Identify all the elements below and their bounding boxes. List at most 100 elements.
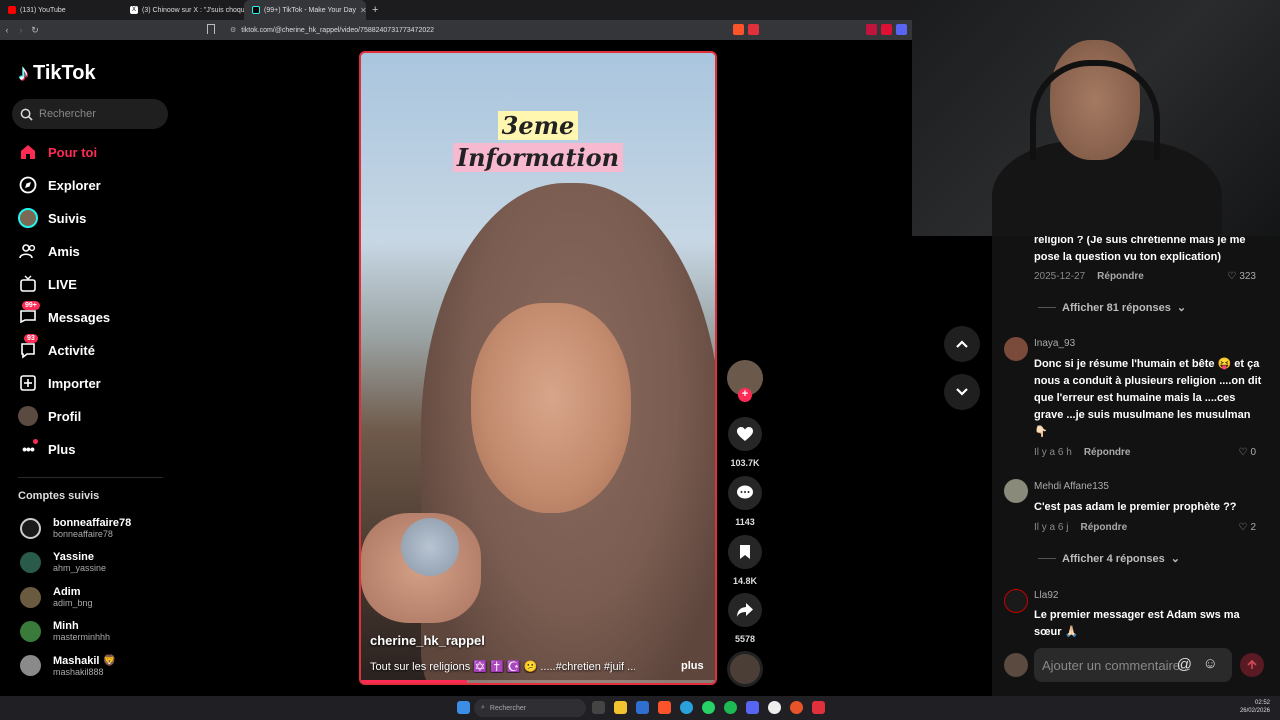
account-name: bonneaffaire78 xyxy=(53,517,132,529)
like-count: 103.7K xyxy=(730,458,760,468)
nav-upload[interactable]: Importer xyxy=(18,373,101,393)
tab-tiktok[interactable]: (99+) TikTok - Make Your Day ✕ xyxy=(244,0,366,20)
previous-video-button[interactable] xyxy=(944,326,980,362)
reply-button[interactable]: Répondre xyxy=(1080,522,1127,533)
x-icon: X xyxy=(130,6,138,14)
save-count: 14.8K xyxy=(732,576,758,586)
new-tab-button[interactable]: + xyxy=(366,4,384,16)
app-icon[interactable] xyxy=(790,701,803,714)
video-player[interactable]: 3eme Information cherine_hk_rappel Tout … xyxy=(359,51,717,685)
tab-youtube[interactable]: (131) YouTube xyxy=(0,0,122,20)
tiktok-icon xyxy=(252,6,260,14)
comment-icon xyxy=(737,485,753,499)
show-replies-label: Afficher 81 réponses xyxy=(1062,301,1171,314)
forward-icon[interactable]: › xyxy=(14,25,28,35)
obs-icon[interactable] xyxy=(768,701,781,714)
comment-author[interactable]: Inaya_93 xyxy=(1034,338,1075,349)
comment-author[interactable]: Mehdi Affane135 xyxy=(1034,481,1109,492)
reply-button[interactable]: Répondre xyxy=(1084,447,1131,458)
video-overlay-title: Information xyxy=(361,143,715,172)
heart-outline-icon: ♡ xyxy=(1227,271,1237,282)
nav-live[interactable]: LIVE xyxy=(18,274,77,294)
video-author[interactable]: cherine_hk_rappel xyxy=(370,633,485,648)
next-video-button[interactable] xyxy=(944,374,980,410)
expand-description-button[interactable]: plus xyxy=(681,660,704,672)
bookmark-icon[interactable] xyxy=(207,24,215,34)
video-progress-bar[interactable] xyxy=(361,680,715,683)
followed-account[interactable]: Mashakil 🦁 mashakil888 xyxy=(20,654,116,677)
file-explorer-icon[interactable] xyxy=(614,701,627,714)
discord-icon[interactable] xyxy=(746,701,759,714)
nav-activity[interactable]: 93 Activité xyxy=(18,334,95,360)
nav-more[interactable]: ••• Plus xyxy=(18,439,75,459)
site-settings-icon[interactable]: ⚙ xyxy=(230,26,236,34)
clock-date: 26/02/2026 xyxy=(1239,708,1270,714)
show-replies-button[interactable]: Afficher 81 réponses ⌄ xyxy=(1038,301,1186,314)
share-button[interactable] xyxy=(728,593,762,627)
avatar[interactable] xyxy=(1004,337,1028,361)
comment-like-button[interactable]: ♡ 2 xyxy=(1238,522,1256,533)
back-icon[interactable]: ‹ xyxy=(0,25,14,35)
telegram-icon[interactable] xyxy=(680,701,693,714)
video-description: Tout sur les religions ✡️ ✝️ ☪️ 😕 .....#… xyxy=(370,661,635,673)
avatar xyxy=(20,586,41,608)
comment-text: Le premier messager est Adam sws ma sœur… xyxy=(1034,609,1240,638)
followed-accounts-title: Comptes suivis xyxy=(18,490,100,502)
nav-following[interactable]: Suivis xyxy=(18,208,86,228)
comment-like-button[interactable]: ♡ 0 xyxy=(1238,447,1256,458)
more-icon: ••• xyxy=(18,439,38,459)
extension-icon[interactable] xyxy=(896,24,907,35)
profile-icon xyxy=(18,406,38,426)
sidebar: ♪ TikTok Rechercher Pour toi Explorer Su… xyxy=(0,40,190,696)
search-input[interactable]: Rechercher xyxy=(12,99,168,129)
avatar[interactable] xyxy=(1004,479,1028,503)
system-clock[interactable]: 02:52 26/02/2026 xyxy=(1240,699,1270,715)
nav-messages[interactable]: 99+ Messages xyxy=(18,301,110,327)
account-name: Mashakil 🦁 xyxy=(53,655,117,667)
account-handle: mashakil888 xyxy=(53,667,104,677)
taskbar-search[interactable]: ⌕ Rechercher xyxy=(474,699,586,717)
followed-account[interactable]: bonneaffaire78 bonneaffaire78 xyxy=(20,517,131,539)
brave-shield-icon[interactable] xyxy=(733,24,744,35)
comment-button[interactable] xyxy=(728,476,762,510)
video-scene xyxy=(401,518,459,576)
nav-friends[interactable]: Amis xyxy=(18,241,80,261)
windows-start-icon[interactable] xyxy=(457,701,470,714)
follow-plus-icon[interactable]: + xyxy=(738,388,752,402)
like-button[interactable] xyxy=(728,417,762,451)
reload-icon[interactable]: ↻ xyxy=(28,25,42,36)
nav-for-you[interactable]: Pour toi xyxy=(18,142,97,162)
url-field[interactable]: ⚙ tiktok.com/@cherine_hk_rappel/video/75… xyxy=(230,23,760,37)
followed-account[interactable]: Yassine ahm_yassine xyxy=(20,551,106,573)
save-button[interactable] xyxy=(728,535,762,569)
extension-icon[interactable] xyxy=(866,24,877,35)
tiktok-logo[interactable]: ♪ TikTok xyxy=(18,60,96,86)
comment-input[interactable]: Ajouter un commentaire... @ ☺ xyxy=(1034,648,1232,682)
account-handle: adim_bng xyxy=(53,598,93,608)
comment-author[interactable]: Lla92 xyxy=(1034,590,1058,601)
post-comment-button[interactable] xyxy=(1240,653,1264,677)
show-replies-button[interactable]: Afficher 4 réponses ⌄ xyxy=(1038,552,1180,565)
reply-button[interactable]: Répondre xyxy=(1097,271,1144,282)
app-icon[interactable] xyxy=(812,701,825,714)
mention-icon[interactable]: @ xyxy=(1177,656,1192,673)
comment-date: Il y a 6 h xyxy=(1034,447,1072,458)
app-icon[interactable] xyxy=(636,701,649,714)
whatsapp-icon[interactable] xyxy=(702,701,715,714)
comment-like-button[interactable]: ♡ 323 xyxy=(1227,271,1256,282)
brave-icon[interactable] xyxy=(658,701,671,714)
nav-explore[interactable]: Explorer xyxy=(18,175,101,195)
task-view-icon[interactable] xyxy=(592,701,605,714)
avatar[interactable] xyxy=(1004,589,1028,613)
taskbar-search-label: Rechercher xyxy=(489,704,527,712)
followed-account[interactable]: Minh masterminhhh xyxy=(20,620,110,642)
nav-profile[interactable]: Profil xyxy=(18,406,81,426)
followed-account[interactable]: Adim adim_bng xyxy=(20,586,93,608)
emoji-icon[interactable]: ☺ xyxy=(1203,655,1218,672)
brave-rewards-icon[interactable] xyxy=(748,24,759,35)
extension-icon[interactable] xyxy=(881,24,892,35)
spotify-icon[interactable] xyxy=(724,701,737,714)
tab-x[interactable]: X (3) Chinoow sur X : "J'suis choqué 😳 xyxy=(122,0,244,20)
music-disc-icon[interactable] xyxy=(727,651,763,687)
account-handle: masterminhhh xyxy=(53,632,111,642)
